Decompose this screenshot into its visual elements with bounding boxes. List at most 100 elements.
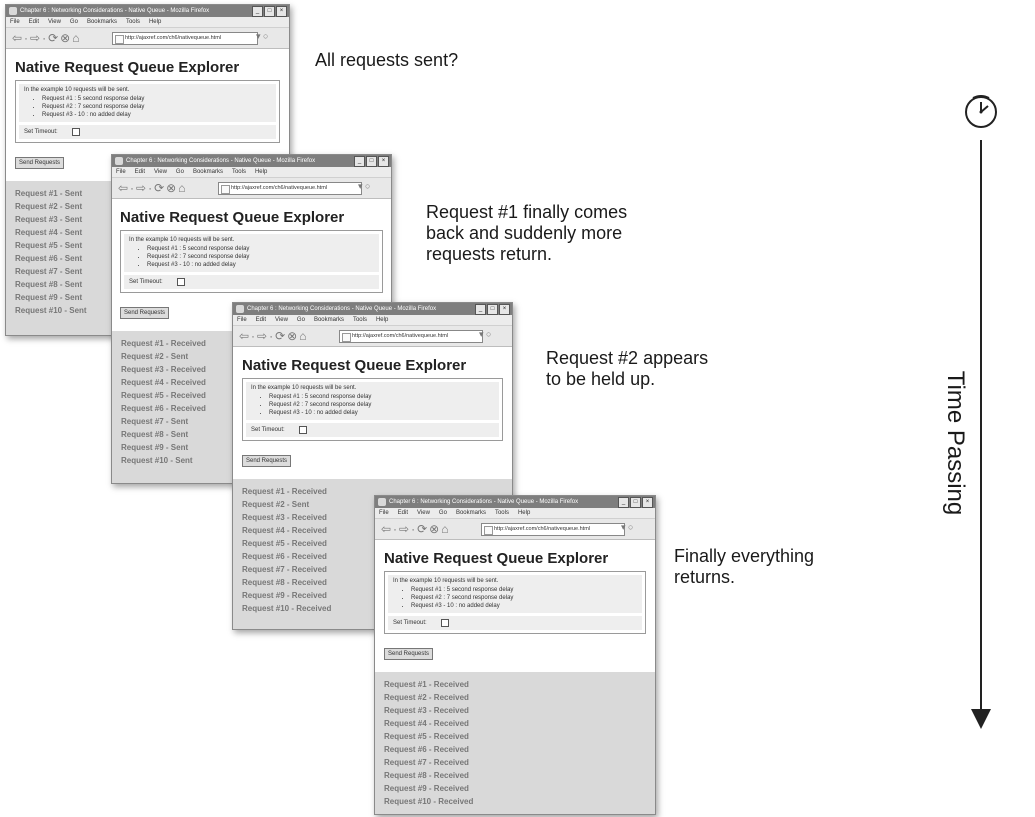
clock-icon bbox=[965, 95, 997, 128]
list-item: Request #3 - 10 : no added delay bbox=[411, 602, 637, 610]
caption-request1-back: Request #1 finally comes back and sudden… bbox=[426, 202, 628, 264]
info-box: In the example 10 requests will be sent.… bbox=[15, 80, 280, 143]
url-bar[interactable]: http://ajaxref.com/ch6/nativequeue.html bbox=[112, 32, 258, 45]
menu-go[interactable]: Go bbox=[176, 169, 184, 175]
list-item: Request #1 : 5 second response delay bbox=[411, 586, 637, 594]
page-title: Native Request Queue Explorer bbox=[242, 357, 467, 374]
menu-file[interactable]: File bbox=[116, 169, 126, 175]
close-icon[interactable]: × bbox=[276, 6, 287, 17]
timeout-row: Set Timeout: bbox=[19, 125, 276, 139]
url-bar[interactable]: http://ajaxref.com/ch6/nativequeue.html bbox=[481, 523, 625, 536]
send-requests-button[interactable]: Send Requests bbox=[384, 648, 434, 660]
result-item: Request #4 - Received bbox=[384, 719, 469, 728]
menu-view[interactable]: View bbox=[417, 510, 430, 516]
nav-buttons-icon[interactable]: ⇦·⇨·⟳⊗⌂ bbox=[381, 522, 450, 536]
menu-tools[interactable]: Tools bbox=[495, 510, 509, 516]
url-bar[interactable]: http://ajaxref.com/ch6/nativequeue.html bbox=[339, 330, 483, 343]
firefox-icon bbox=[115, 157, 123, 165]
window-title: Chapter 6 : Networking Considerations - … bbox=[20, 8, 210, 14]
info-box: In the example 10 requests will be sent.… bbox=[384, 571, 646, 634]
intro-text: In the example 10 requests will be sent. bbox=[24, 87, 130, 93]
menu-edit[interactable]: Edit bbox=[135, 169, 145, 175]
send-requests-button[interactable]: Send Requests bbox=[15, 157, 65, 169]
send-requests-button[interactable]: Send Requests bbox=[242, 455, 292, 467]
list-item: Request #1 : 5 second response delay bbox=[147, 245, 374, 253]
delay-list: Request #1 : 5 second response delay Req… bbox=[251, 393, 494, 417]
window-title: Chapter 6 : Networking Considerations - … bbox=[389, 499, 579, 505]
window-titlebar[interactable]: Chapter 6 : Networking Considerations - … bbox=[233, 303, 512, 315]
intro-text: In the example 10 requests will be sent. bbox=[393, 578, 499, 584]
menu-go[interactable]: Go bbox=[70, 19, 78, 25]
send-requests-button[interactable]: Send Requests bbox=[120, 307, 170, 319]
timeout-checkbox[interactable] bbox=[176, 278, 185, 286]
minimize-icon[interactable]: _ bbox=[354, 156, 365, 167]
nav-toolbar: ⇦·⇨·⟳⊗⌂ http://ajaxref.com/ch6/nativeque… bbox=[233, 326, 512, 347]
window-title: Chapter 6 : Networking Considerations - … bbox=[126, 158, 316, 164]
go-icon[interactable]: ▾ ○ bbox=[358, 181, 370, 192]
close-icon[interactable]: × bbox=[642, 497, 653, 508]
timeline-line bbox=[980, 140, 982, 715]
window-titlebar[interactable]: Chapter 6 : Networking Considerations - … bbox=[6, 5, 289, 17]
go-icon[interactable]: ▾ ○ bbox=[479, 329, 491, 340]
menu-help[interactable]: Help bbox=[149, 19, 161, 25]
menu-bar: File Edit View Go Bookmarks Tools Help bbox=[233, 315, 512, 326]
info-panel: In the example 10 requests will be sent.… bbox=[19, 84, 276, 122]
close-icon[interactable]: × bbox=[499, 304, 510, 315]
url-text: http://ajaxref.com/ch6/nativequeue.html bbox=[352, 333, 448, 339]
menu-file[interactable]: File bbox=[237, 317, 247, 323]
nav-buttons-icon[interactable]: ⇦·⇨·⟳⊗⌂ bbox=[239, 329, 308, 343]
intro-text: In the example 10 requests will be sent. bbox=[129, 237, 235, 243]
browser-window-4: Chapter 6 : Networking Considerations - … bbox=[374, 495, 656, 815]
menu-tools[interactable]: Tools bbox=[353, 317, 367, 323]
menu-bookmarks[interactable]: Bookmarks bbox=[193, 169, 223, 175]
timeout-checkbox[interactable] bbox=[298, 426, 307, 434]
go-icon[interactable]: ▾ ○ bbox=[256, 31, 268, 42]
nav-buttons-icon[interactable]: ⇦·⇨·⟳⊗⌂ bbox=[118, 181, 187, 195]
menu-go[interactable]: Go bbox=[439, 510, 447, 516]
minimize-icon[interactable]: _ bbox=[475, 304, 486, 315]
timeout-checkbox[interactable] bbox=[440, 619, 449, 627]
window-titlebar[interactable]: Chapter 6 : Networking Considerations - … bbox=[112, 155, 391, 167]
menu-help[interactable]: Help bbox=[376, 317, 388, 323]
menu-tools[interactable]: Tools bbox=[126, 19, 140, 25]
menu-bookmarks[interactable]: Bookmarks bbox=[456, 510, 486, 516]
menu-file[interactable]: File bbox=[379, 510, 389, 516]
menu-edit[interactable]: Edit bbox=[256, 317, 266, 323]
nav-toolbar: ⇦·⇨·⟳⊗⌂ http://ajaxref.com/ch6/nativeque… bbox=[112, 178, 391, 199]
menu-view[interactable]: View bbox=[154, 169, 167, 175]
timeout-checkbox[interactable] bbox=[71, 128, 80, 136]
firefox-icon bbox=[236, 305, 244, 313]
nav-toolbar: ⇦·⇨·⟳⊗⌂ http://ajaxref.com/ch6/nativeque… bbox=[375, 519, 655, 540]
menu-bookmarks[interactable]: Bookmarks bbox=[87, 19, 117, 25]
minimize-icon[interactable]: _ bbox=[252, 6, 263, 17]
close-icon[interactable]: × bbox=[378, 156, 389, 167]
list-item: Request #1 : 5 second response delay bbox=[269, 393, 494, 401]
nav-buttons-icon[interactable]: ⇦·⇨·⟳⊗⌂ bbox=[12, 31, 81, 45]
result-item: Request #6 - Received bbox=[384, 745, 469, 754]
menu-view[interactable]: View bbox=[48, 19, 61, 25]
menu-bookmarks[interactable]: Bookmarks bbox=[314, 317, 344, 323]
menu-edit[interactable]: Edit bbox=[398, 510, 408, 516]
menu-go[interactable]: Go bbox=[297, 317, 305, 323]
go-icon[interactable]: ▾ ○ bbox=[621, 522, 633, 533]
url-text: http://ajaxref.com/ch6/nativequeue.html bbox=[231, 185, 327, 191]
menu-file[interactable]: File bbox=[10, 19, 20, 25]
maximize-icon[interactable]: □ bbox=[630, 497, 641, 508]
maximize-icon[interactable]: □ bbox=[366, 156, 377, 167]
menu-view[interactable]: View bbox=[275, 317, 288, 323]
time-passing-label: Time Passing bbox=[942, 370, 969, 516]
url-bar[interactable]: http://ajaxref.com/ch6/nativequeue.html bbox=[218, 182, 362, 195]
maximize-icon[interactable]: □ bbox=[264, 6, 275, 17]
url-text: http://ajaxref.com/ch6/nativequeue.html bbox=[125, 35, 221, 41]
menu-help[interactable]: Help bbox=[255, 169, 267, 175]
menu-edit[interactable]: Edit bbox=[29, 19, 39, 25]
menu-help[interactable]: Help bbox=[518, 510, 530, 516]
menu-tools[interactable]: Tools bbox=[232, 169, 246, 175]
window-titlebar[interactable]: Chapter 6 : Networking Considerations - … bbox=[375, 496, 655, 508]
delay-list: Request #1 : 5 second response delay Req… bbox=[393, 586, 637, 610]
nav-toolbar: ⇦·⇨·⟳⊗⌂ http://ajaxref.com/ch6/nativeque… bbox=[6, 28, 289, 49]
info-panel: In the example 10 requests will be sent.… bbox=[246, 382, 499, 420]
result-item: Request #9 - Received bbox=[384, 784, 469, 793]
maximize-icon[interactable]: □ bbox=[487, 304, 498, 315]
minimize-icon[interactable]: _ bbox=[618, 497, 629, 508]
